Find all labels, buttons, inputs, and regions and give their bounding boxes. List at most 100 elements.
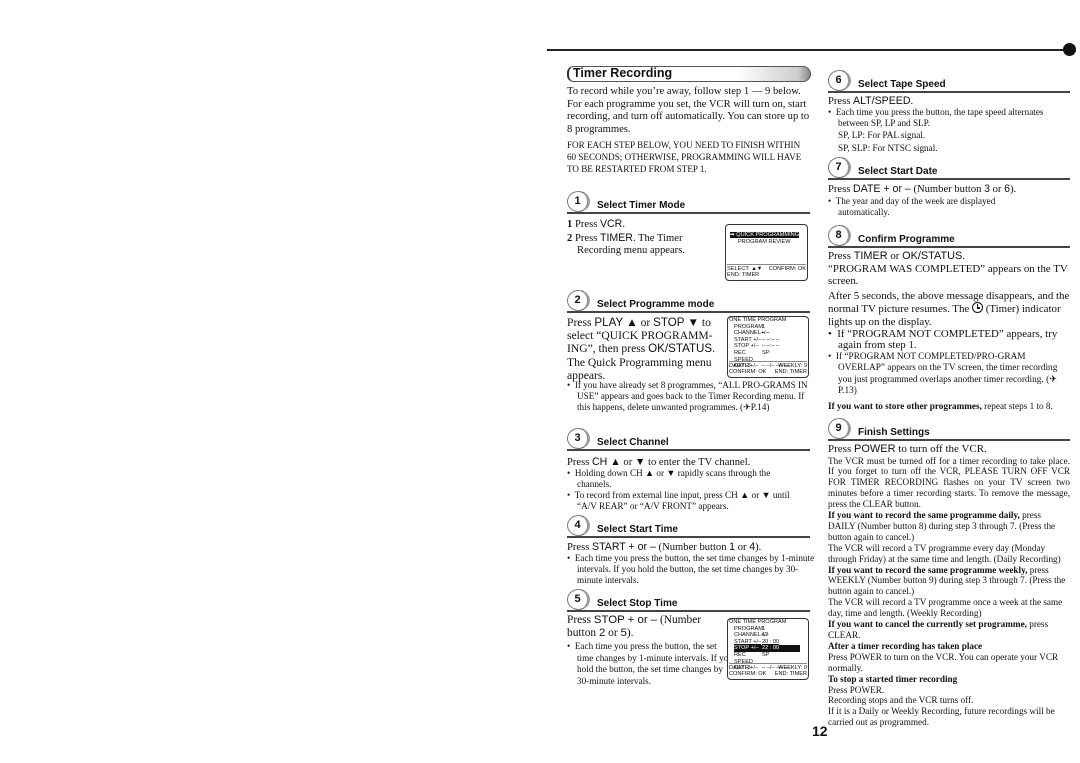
text: Press: [574, 219, 600, 230]
menu-item-quick-programming: ➡ QUICK PROGRAMMING: [730, 232, 800, 238]
row-value: – –: [762, 330, 770, 337]
note: SP, LP: For PAL signal.: [838, 130, 926, 140]
text: or: [637, 316, 654, 329]
footer-select: SELECT: ▲▼: [727, 265, 763, 272]
step-rule: [567, 311, 810, 313]
text: Press: [828, 443, 854, 455]
bullet-item: • If “PROGRAM NOT COMPLETED” appears, tr…: [828, 327, 1058, 352]
text: Press: [567, 316, 595, 329]
text: Press: [828, 184, 854, 195]
step-6-header: 6 Select Tape Speed: [828, 70, 1070, 93]
menu-item-program-review: PROGRAM REVIEW: [738, 238, 791, 245]
step-4-bullet: • Each time you press the button, the se…: [567, 553, 815, 585]
bullet-item: • To record from external line input, pr…: [567, 490, 790, 511]
step-rule: [567, 536, 810, 538]
line-number: 2: [567, 232, 573, 244]
step-7-header: 7 Select Start Date: [828, 157, 1070, 180]
bullet-text: Each time you press the button, the set …: [574, 553, 815, 585]
text: Press: [828, 250, 854, 262]
step-9-text: Press POWER to turn off the VCR.: [828, 443, 1070, 456]
step-5-bullet: • Each time you press the button, the se…: [567, 641, 733, 686]
key-label: PLAY ▲: [594, 316, 638, 329]
footer-daily: DAILY: 8: [729, 664, 751, 671]
row-key: STOP +/–: [734, 645, 759, 652]
step-title: Select Programme mode: [597, 299, 715, 310]
step-title: Confirm Programme: [858, 234, 955, 245]
step-number-badge: 7: [828, 157, 851, 178]
step-9-body: Press POWER to turn off the VCR. The VCR…: [828, 443, 1070, 728]
footer-end: END: TIMER: [774, 671, 807, 678]
step-9-header: 9 Finish Settings: [828, 418, 1070, 441]
daily-note: If you want to record the same programme…: [828, 510, 1070, 543]
screen-row-highlighted: STOP +/– 22 : 00: [734, 645, 800, 652]
step-3-header: 3 Select Channel: [567, 428, 810, 451]
key-label: STOP + or –: [593, 614, 658, 626]
step-8-text: Press TIMER or OK/STATUS.: [828, 250, 1070, 263]
power-off-explanation: The VCR must be turned off for a timer r…: [828, 455, 1070, 510]
bullet-text: If you have already set 8 programmes, “A…: [574, 380, 808, 412]
text: Press: [567, 614, 594, 626]
bold-lead: If you want to record the same programme…: [828, 564, 1028, 575]
step-number-badge: 2: [567, 290, 590, 311]
weekly-description: The VCR will record a TV programme once …: [828, 597, 1063, 619]
bold-lead: If you want to record the same programme…: [828, 510, 1020, 521]
step-rule: [828, 178, 1070, 180]
stop-recording-text: Press POWER.: [828, 684, 885, 695]
step-number-badge: 5: [567, 589, 590, 610]
step-number-badge: 6: [828, 70, 851, 91]
step-1-instructions: 1 Press VCR. 2 Press TIMER. The Timer Re…: [567, 218, 712, 258]
text: to turn off the VCR.: [895, 443, 987, 455]
bullet-text: Holding down CH ▲ or ▼ rapidly scans thr…: [574, 468, 771, 489]
step-title: Select Timer Mode: [597, 200, 686, 211]
step-1-header: 1 Select Timer Mode: [567, 191, 810, 214]
screen-row: STOP +/– – –:– –: [734, 343, 808, 350]
row-value: 22 : 00: [762, 645, 780, 652]
screen-row: START +/– 20 : 00: [734, 639, 808, 646]
row-value: – –:– –: [762, 336, 780, 343]
row-key: STOP +/–: [734, 343, 759, 350]
footer-confirm: CONFIRM: OK: [729, 369, 767, 376]
step-title: Select Channel: [597, 437, 669, 448]
weekly-note: If you want to record the same programme…: [828, 565, 1070, 598]
footer-confirm: CONFIRM: OK: [729, 671, 767, 678]
section-title-bar: Timer Recording: [567, 66, 811, 82]
bullet-item: • Holding down CH ▲ or ▼ rapidly scans t…: [567, 468, 771, 489]
text: .: [622, 219, 625, 230]
step-number-badge: 1: [567, 191, 590, 212]
footer-end: END: TIMER: [774, 369, 807, 376]
intro-warning: FOR EACH STEP BELOW, YOU NEED TO FINISH …: [567, 140, 802, 174]
step-rule: [828, 246, 1070, 248]
step-number-badge: 9: [828, 418, 851, 439]
step-rule: [567, 212, 810, 214]
key-label: ALT/SPEED: [853, 95, 911, 107]
bold-lead: If you want to store other programmes,: [828, 400, 982, 411]
step-4-header: 4 Select Start Time: [567, 515, 810, 538]
step-rule: [828, 439, 1070, 441]
row-key: START +/–: [734, 638, 762, 645]
text: or: [989, 184, 1005, 195]
step-number-badge: 8: [828, 225, 851, 246]
screen-row: PROGRAM 1: [734, 626, 808, 633]
key-label: OK/STATUS: [648, 342, 713, 356]
key-label: STOP ▼: [653, 316, 699, 329]
bullet-text: Each time you press the button, the tape…: [835, 107, 1044, 128]
row-value: 20 : 00: [762, 638, 780, 645]
screen-row: PROGRAM 1: [734, 324, 808, 331]
step-2-bullet: • If you have already set 8 programmes, …: [567, 380, 808, 412]
step-8-body: Press TIMER or OK/STATUS. “PROGRAM WAS C…: [828, 250, 1070, 412]
cancel-note: If you want to cancel the currently set …: [828, 619, 1070, 641]
screen-footer: DAILY: 8 WEEKLY: 9 CONFIRM: OK END: TIMER: [729, 662, 807, 678]
timer-indicator-text: After 5 seconds, the above message disap…: [828, 290, 1070, 329]
text: ).: [626, 627, 634, 639]
bullet-text: The year and day of the week are display…: [835, 196, 996, 217]
screen-header: ONE TIME PROGRAM: [729, 317, 787, 323]
bullet-item: • Each time you press the button, the ta…: [828, 107, 1044, 128]
step-number-badge: 4: [567, 515, 590, 536]
step-title: Select Stop Time: [597, 598, 678, 609]
stop-recording-heading: To stop a started timer recording: [828, 673, 958, 684]
text: ).: [1010, 184, 1017, 195]
footer-daily: DAILY: 8: [729, 362, 751, 369]
row-value: 1: [762, 625, 766, 632]
bullet-text: If “PROGRAM NOT COMPLETED/PRO-GRAM OVERL…: [835, 351, 1058, 397]
text: .: [962, 250, 965, 262]
